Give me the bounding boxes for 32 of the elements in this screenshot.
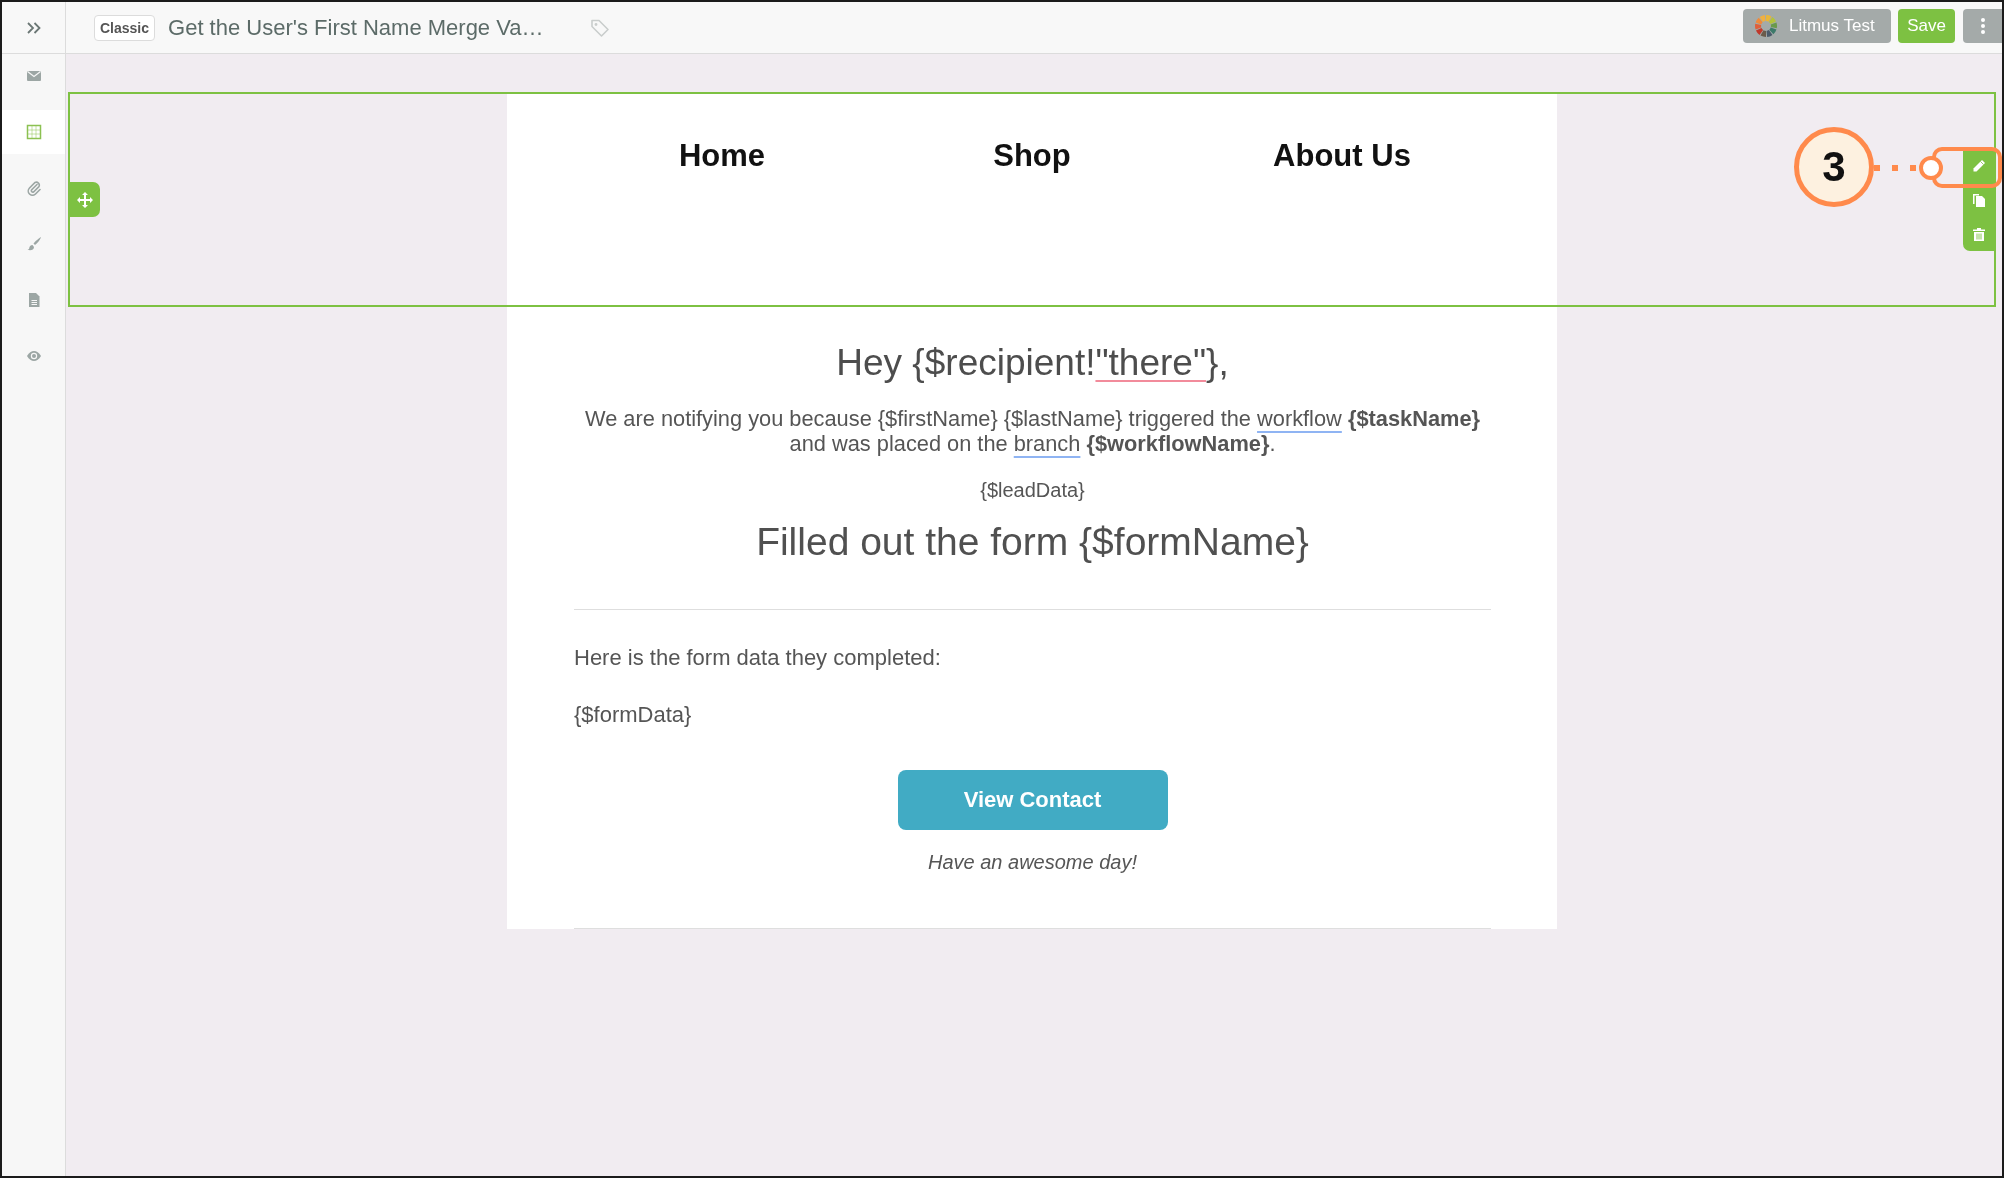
move-handle[interactable] (70, 182, 100, 217)
nav-link[interactable]: Home (678, 136, 766, 176)
lead-data-text: {$leadData} (979, 478, 1086, 502)
more-options-button[interactable] (1963, 8, 2002, 43)
pencil-icon (1971, 159, 1986, 173)
eye-icon (25, 348, 42, 364)
paperclip-icon (25, 180, 42, 196)
form-intro-text: Here is the form data they completed: (574, 645, 942, 671)
document-title[interactable]: Get the User's First Name Merge Va… (168, 14, 544, 41)
greeting-heading: Hey {$recipient!"there"}, (835, 341, 1230, 385)
nav-link[interactable]: Shop (993, 136, 1071, 176)
copy-icon (1971, 193, 1986, 207)
sign-off-text: Have an awesome day! (927, 850, 1138, 875)
envelope-icon (25, 68, 42, 84)
trash-icon (1971, 227, 1986, 241)
grid-icon (25, 124, 42, 140)
sidebar-tab[interactable] (2, 110, 65, 154)
mode-badge: Classic (94, 14, 156, 41)
form-heading: Filled out the form {$formName} (755, 520, 1310, 564)
color-wheel-icon (1755, 14, 1777, 37)
form-data-text: {$formData} (574, 702, 693, 728)
edit-button[interactable] (1963, 149, 1994, 183)
paintbrush-icon (25, 236, 42, 252)
vertical-dots-icon (1980, 17, 1985, 34)
move-icon (77, 191, 93, 208)
delete-button[interactable] (1963, 217, 1994, 251)
view-contact-button[interactable]: View Contact (897, 770, 1168, 830)
tag-icon (589, 17, 610, 38)
notice-paragraph: We are notifying you because {$firstName} {$lastName} triggered the workflow {$taskName} and was placed on the branch {$workflowName}. (584, 406, 1481, 456)
nav-link[interactable]: About Us (1273, 136, 1411, 176)
step-number-badge: 3 (1794, 127, 1874, 207)
double-chevron-icon (25, 21, 42, 34)
